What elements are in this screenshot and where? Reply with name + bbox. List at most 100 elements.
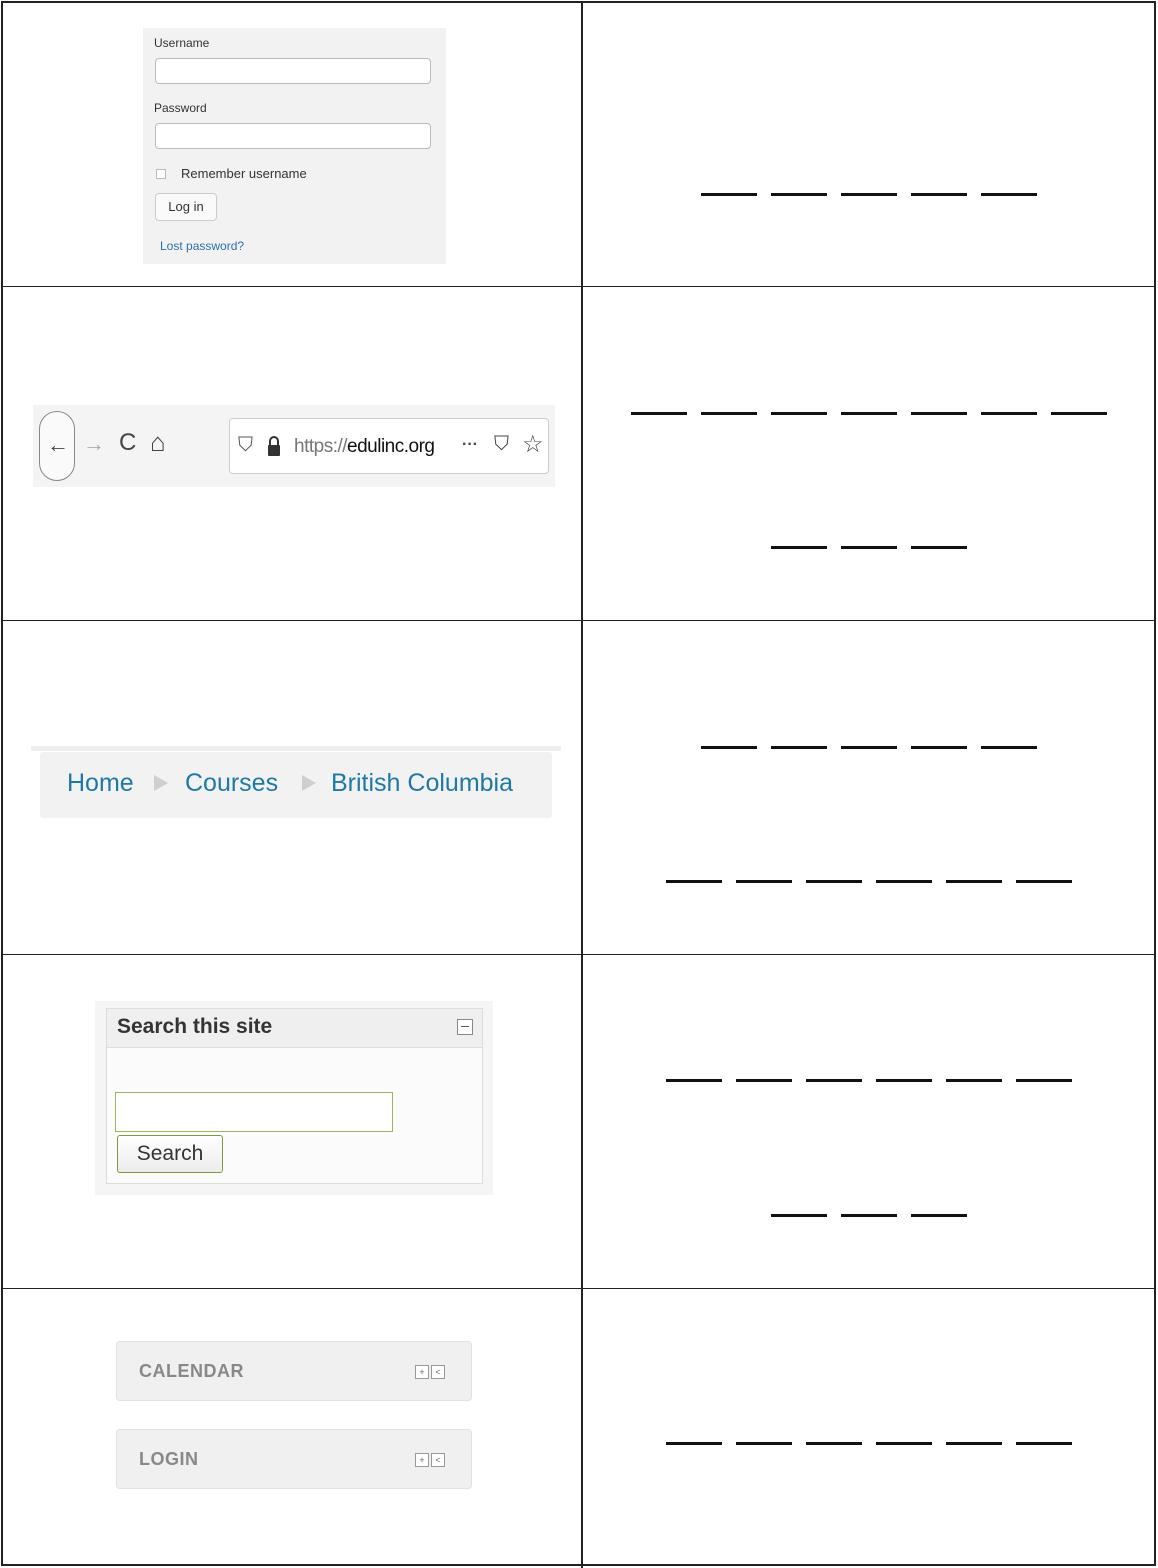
answer-blanks bbox=[583, 1442, 1154, 1445]
blank-line bbox=[910, 412, 967, 415]
answer-cell bbox=[583, 3, 1154, 286]
blank-line bbox=[1015, 1079, 1072, 1082]
remember-checkbox[interactable] bbox=[156, 169, 166, 179]
search-input[interactable] bbox=[115, 1092, 393, 1132]
blank-line bbox=[805, 1079, 862, 1082]
answer-blanks bbox=[583, 746, 1154, 749]
dock-icon[interactable]: + bbox=[415, 1453, 429, 1467]
image-cell: Home Courses British Columbia bbox=[3, 621, 581, 954]
url-text[interactable]: https://edulinc.org bbox=[294, 436, 435, 458]
blank-line bbox=[875, 1442, 932, 1445]
blank-line bbox=[840, 746, 897, 749]
blank-line bbox=[840, 1214, 897, 1217]
row-search: Search this site Search bbox=[3, 955, 1154, 1289]
search-button[interactable]: Search bbox=[117, 1135, 223, 1173]
star-icon[interactable]: ☆ bbox=[522, 433, 544, 457]
breadcrumb-item-courses[interactable]: Courses bbox=[185, 769, 278, 798]
blank-line bbox=[770, 1214, 827, 1217]
answer-cell bbox=[583, 287, 1154, 620]
answer-blanks bbox=[583, 546, 1154, 549]
image-cell: ← → C ⌂ ⛉ https://edulinc.org ··· ⛉ ☆ bbox=[3, 287, 581, 620]
blank-line bbox=[1015, 880, 1072, 883]
blank-line bbox=[945, 1079, 1002, 1082]
blank-line bbox=[665, 880, 722, 883]
hide-icon[interactable]: < bbox=[431, 1365, 445, 1379]
reload-icon[interactable]: C bbox=[119, 431, 136, 455]
blank-line bbox=[805, 880, 862, 883]
username-field[interactable] bbox=[155, 58, 431, 84]
row-browser: ← → C ⌂ ⛉ https://edulinc.org ··· ⛉ ☆ bbox=[3, 287, 1154, 621]
image-cell: Username Password Remember username Log … bbox=[3, 3, 581, 286]
blank-line bbox=[735, 1079, 792, 1082]
image-cell: Search this site Search bbox=[3, 955, 581, 1288]
row-login: Username Password Remember username Log … bbox=[3, 3, 1154, 287]
answer-blanks bbox=[583, 193, 1154, 196]
back-button[interactable]: ← bbox=[39, 411, 75, 481]
breadcrumb-item-home[interactable]: Home bbox=[67, 769, 134, 798]
blank-line bbox=[910, 746, 967, 749]
dock-icon[interactable]: + bbox=[415, 1365, 429, 1379]
blank-line bbox=[1050, 412, 1107, 415]
blank-line bbox=[665, 1442, 722, 1445]
breadcrumb-item-british-columbia[interactable]: British Columbia bbox=[331, 769, 513, 798]
blank-line bbox=[770, 746, 827, 749]
calendar-block: CALENDAR + < bbox=[116, 1341, 472, 1401]
search-block-title: Search this site bbox=[117, 1015, 273, 1038]
url-domain: edulinc.org bbox=[347, 436, 435, 457]
answer-cell bbox=[583, 955, 1154, 1288]
blank-line bbox=[840, 546, 897, 549]
answer-blanks bbox=[583, 412, 1154, 415]
answer-blanks bbox=[583, 1214, 1154, 1217]
row-blocks: CALENDAR + < LOGIN + < bbox=[3, 1289, 1154, 1568]
answer-cell bbox=[583, 621, 1154, 954]
url-protocol: https:// bbox=[294, 436, 348, 457]
breadcrumb-separator-icon bbox=[154, 775, 168, 791]
remember-label: Remember username bbox=[181, 166, 307, 181]
blank-line bbox=[770, 412, 827, 415]
breadcrumb-separator-icon bbox=[302, 775, 316, 791]
password-field[interactable] bbox=[155, 123, 431, 149]
login-button[interactable]: Log in bbox=[155, 193, 217, 221]
search-block-frame: Search this site Search bbox=[95, 1001, 493, 1195]
breadcrumb-border bbox=[31, 746, 561, 751]
blank-line bbox=[875, 880, 932, 883]
url-bar[interactable]: ⛉ https://edulinc.org ··· ⛉ ☆ bbox=[229, 418, 549, 474]
pocket-icon[interactable]: ⛉ bbox=[494, 434, 509, 454]
blank-line bbox=[840, 193, 897, 196]
forward-arrow-icon[interactable]: → bbox=[83, 433, 105, 455]
calendar-block-title: CALENDAR bbox=[139, 1361, 244, 1381]
worksheet-table: Username Password Remember username Log … bbox=[1, 1, 1156, 1568]
lock-icon[interactable] bbox=[266, 435, 282, 457]
blank-line bbox=[945, 1442, 1002, 1445]
hide-icon[interactable]: < bbox=[431, 1453, 445, 1467]
image-cell: CALENDAR + < LOGIN + < bbox=[3, 1289, 581, 1568]
blank-line bbox=[770, 546, 827, 549]
home-icon[interactable]: ⌂ bbox=[150, 429, 166, 455]
blank-line bbox=[770, 193, 827, 196]
blank-line bbox=[700, 412, 757, 415]
more-icon[interactable]: ··· bbox=[462, 437, 478, 453]
blank-line bbox=[875, 1079, 932, 1082]
blank-line bbox=[910, 1214, 967, 1217]
search-block: Search this site Search bbox=[106, 1008, 483, 1184]
blank-line bbox=[700, 193, 757, 196]
shield-icon[interactable]: ⛉ bbox=[238, 435, 253, 455]
lost-password-link[interactable]: Lost password? bbox=[160, 239, 244, 253]
blank-line bbox=[665, 1079, 722, 1082]
back-arrow-icon: ← bbox=[47, 432, 69, 457]
blank-line bbox=[980, 193, 1037, 196]
blank-line bbox=[735, 1442, 792, 1445]
blank-line bbox=[910, 193, 967, 196]
answer-cell bbox=[583, 1289, 1154, 1568]
answer-blanks bbox=[583, 1079, 1154, 1082]
blank-line bbox=[840, 412, 897, 415]
collapse-icon[interactable] bbox=[457, 1019, 473, 1035]
blank-line bbox=[980, 412, 1037, 415]
blank-line bbox=[735, 880, 792, 883]
password-label: Password bbox=[154, 101, 207, 115]
blank-line bbox=[980, 746, 1037, 749]
breadcrumb: Home Courses British Columbia bbox=[40, 752, 552, 818]
blank-line bbox=[630, 412, 687, 415]
answer-blanks bbox=[583, 880, 1154, 883]
row-breadcrumb: Home Courses British Columbia bbox=[3, 621, 1154, 955]
